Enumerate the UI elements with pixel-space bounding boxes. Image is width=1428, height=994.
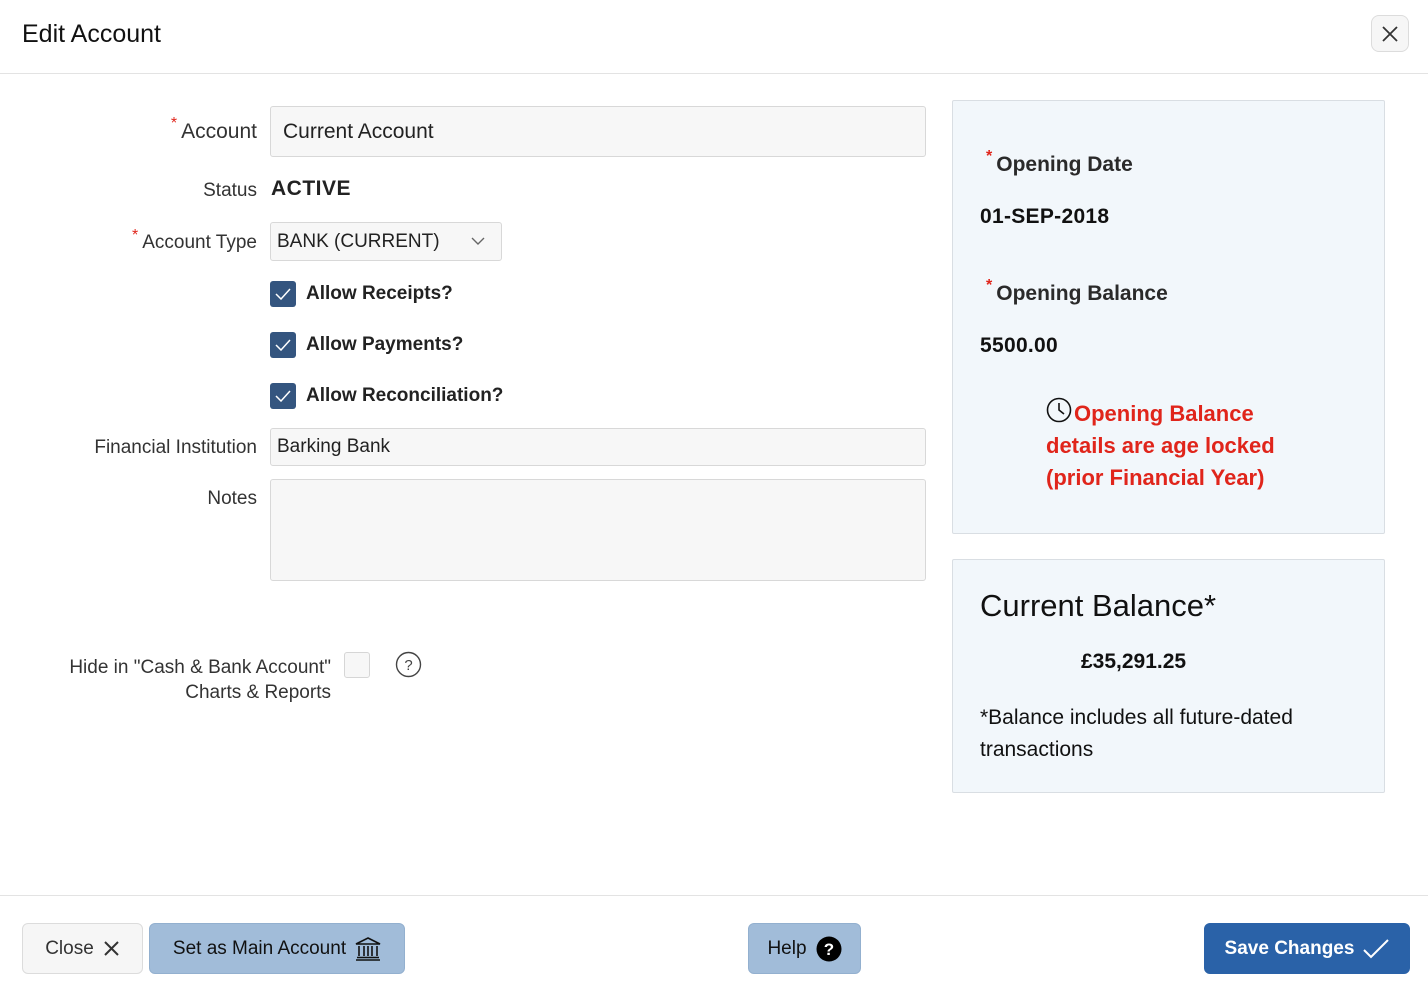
opening-date-value: 01-SEP-2018 xyxy=(980,205,1110,228)
bank-icon xyxy=(355,936,381,961)
account-name-input[interactable]: Current Account xyxy=(270,106,926,157)
checkmark-icon xyxy=(275,390,291,402)
question-circle-icon: ? xyxy=(816,936,842,961)
question-circle-icon: ? xyxy=(395,651,422,678)
opening-balance-label-text: Opening Balance xyxy=(996,282,1168,305)
account-label: * Account xyxy=(60,115,257,144)
help-button-label: Help xyxy=(767,937,807,959)
close-button[interactable]: Close xyxy=(22,923,143,974)
allow-payments-checkbox[interactable] xyxy=(270,332,296,358)
allow-receipts-checkbox[interactable] xyxy=(270,281,296,307)
svg-text:?: ? xyxy=(823,940,833,959)
save-changes-button[interactable]: Save Changes xyxy=(1204,923,1410,974)
account-name-value: Current Account xyxy=(283,119,434,143)
status-label: Status xyxy=(203,180,257,201)
account-type-select[interactable]: BANK (CURRENT) xyxy=(270,222,502,261)
allow-receipts-label: Allow Receipts? xyxy=(306,283,453,304)
account-type-label-text: Account Type xyxy=(142,232,257,253)
dialog-footer: Close Set as Main Account Help ? Save Ch… xyxy=(0,895,1428,994)
hide-in-reports-label: Hide in "Cash & Bank Account" Charts & R… xyxy=(20,655,331,705)
allow-reconciliation-label: Allow Reconciliation? xyxy=(306,385,504,406)
allow-payments-label: Allow Payments? xyxy=(306,334,464,355)
allow-payments-option[interactable]: Allow Payments? xyxy=(270,332,463,358)
checkmark-icon xyxy=(275,339,291,351)
checkmark-icon xyxy=(275,288,291,300)
required-mark: * xyxy=(986,148,993,165)
required-mark: * xyxy=(170,115,178,132)
close-icon xyxy=(104,941,119,956)
help-button[interactable]: Help ? xyxy=(748,923,861,974)
close-button-label: Close xyxy=(45,937,94,959)
save-changes-label: Save Changes xyxy=(1224,937,1355,959)
current-balance-note: *Balance includes all future-dated trans… xyxy=(980,706,1293,761)
opening-date-label: * Opening Date xyxy=(986,148,1133,177)
required-mark: * xyxy=(986,277,993,294)
hide-in-reports-checkbox[interactable] xyxy=(344,652,370,678)
svg-text:?: ? xyxy=(404,657,412,674)
set-main-account-label: Set as Main Account xyxy=(172,937,347,959)
hide-label-line1: Hide in "Cash & Bank Account" xyxy=(69,657,331,678)
opening-details-panel: * Opening Date 01-SEP-2018 * Opening Balan… xyxy=(952,100,1385,534)
hide-help-button[interactable]: ? xyxy=(395,651,422,678)
close-icon xyxy=(1382,25,1398,42)
age-locked-text: Opening Balance details are age locked (… xyxy=(1046,401,1275,490)
opening-balance-label: * Opening Balance xyxy=(986,277,1168,306)
dialog-header: Edit Account xyxy=(0,0,1428,74)
current-balance-amount: £35,291.25 xyxy=(1081,650,1187,673)
account-type-value: BANK (CURRENT) xyxy=(277,230,440,252)
opening-date-label-text: Opening Date xyxy=(996,153,1133,176)
close-dialog-button[interactable] xyxy=(1371,15,1409,52)
allow-reconciliation-checkbox[interactable] xyxy=(270,383,296,409)
notes-textarea[interactable] xyxy=(270,479,926,581)
checkmark-icon xyxy=(1363,938,1390,958)
hide-label-line2: Charts & Reports xyxy=(185,682,331,703)
financial-institution-value: Barking Bank xyxy=(277,436,391,457)
required-mark: * xyxy=(131,227,139,244)
clock-icon xyxy=(1046,397,1072,423)
opening-balance-value: 5500.00 xyxy=(980,334,1059,357)
current-balance-title: Current Balance* xyxy=(980,588,1217,623)
current-balance-panel: Current Balance* £35,291.25 *Balance inc… xyxy=(952,559,1385,793)
allow-receipts-option[interactable]: Allow Receipts? xyxy=(270,281,453,307)
notes-label: Notes xyxy=(207,488,257,509)
financial-institution-input[interactable]: Barking Bank xyxy=(270,428,926,466)
age-locked-message: Opening Balance details are age locked (… xyxy=(1046,397,1326,494)
chevron-down-icon xyxy=(471,237,485,245)
set-main-account-button[interactable]: Set as Main Account xyxy=(149,923,405,974)
account-label-text: Account xyxy=(181,120,257,143)
dialog-title: Edit Account xyxy=(22,20,161,48)
account-type-label: * Account Type xyxy=(40,227,257,254)
financial-institution-label: Financial Institution xyxy=(94,437,257,458)
status-value: ACTIVE xyxy=(271,177,352,200)
allow-reconciliation-option[interactable]: Allow Reconciliation? xyxy=(270,383,503,409)
